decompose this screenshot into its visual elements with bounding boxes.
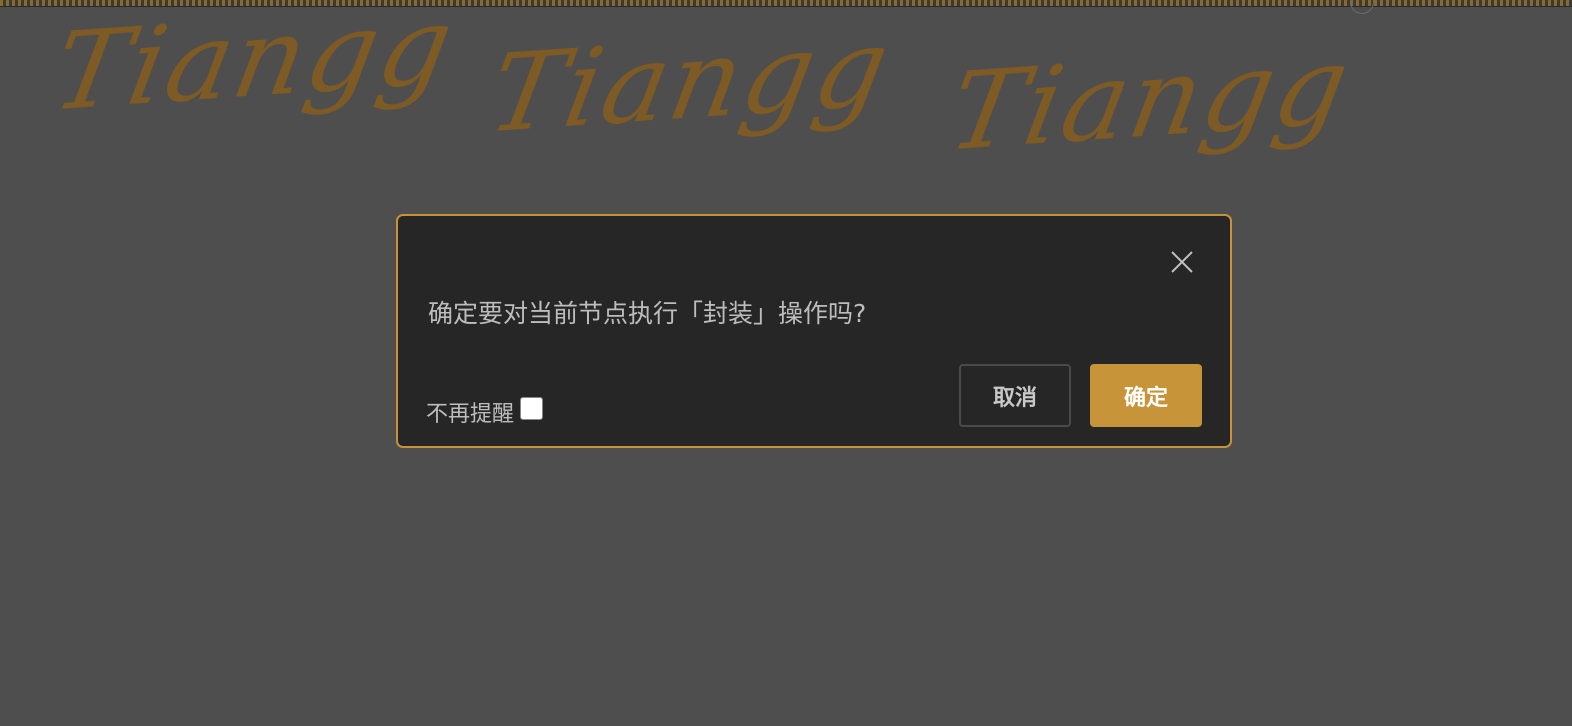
dialog-message: 确定要对当前节点执行「封装」操作吗? bbox=[428, 299, 867, 328]
dont-remind-row: 不再提醒 bbox=[426, 396, 544, 428]
dont-remind-checkbox[interactable] bbox=[520, 396, 544, 420]
watermark: Tiangg bbox=[43, 0, 463, 136]
confirm-button[interactable]: 确定 bbox=[1090, 364, 1202, 427]
dont-remind-label: 不再提醒 bbox=[426, 402, 515, 427]
close-icon bbox=[1170, 250, 1194, 278]
watermark: Tiangg bbox=[939, 23, 1359, 176]
top-edge-knob bbox=[1350, 0, 1374, 14]
confirm-dialog: 确定要对当前节点执行「封装」操作吗? 不再提醒 取消 确定 bbox=[396, 214, 1232, 448]
close-button[interactable] bbox=[1164, 246, 1200, 282]
watermark: Tiangg bbox=[479, 5, 899, 158]
screen: Tiangg Tiangg Tiangg 确定要对当前节点执行「封装」操作吗? … bbox=[0, 0, 1572, 726]
cancel-button[interactable]: 取消 bbox=[959, 364, 1071, 427]
